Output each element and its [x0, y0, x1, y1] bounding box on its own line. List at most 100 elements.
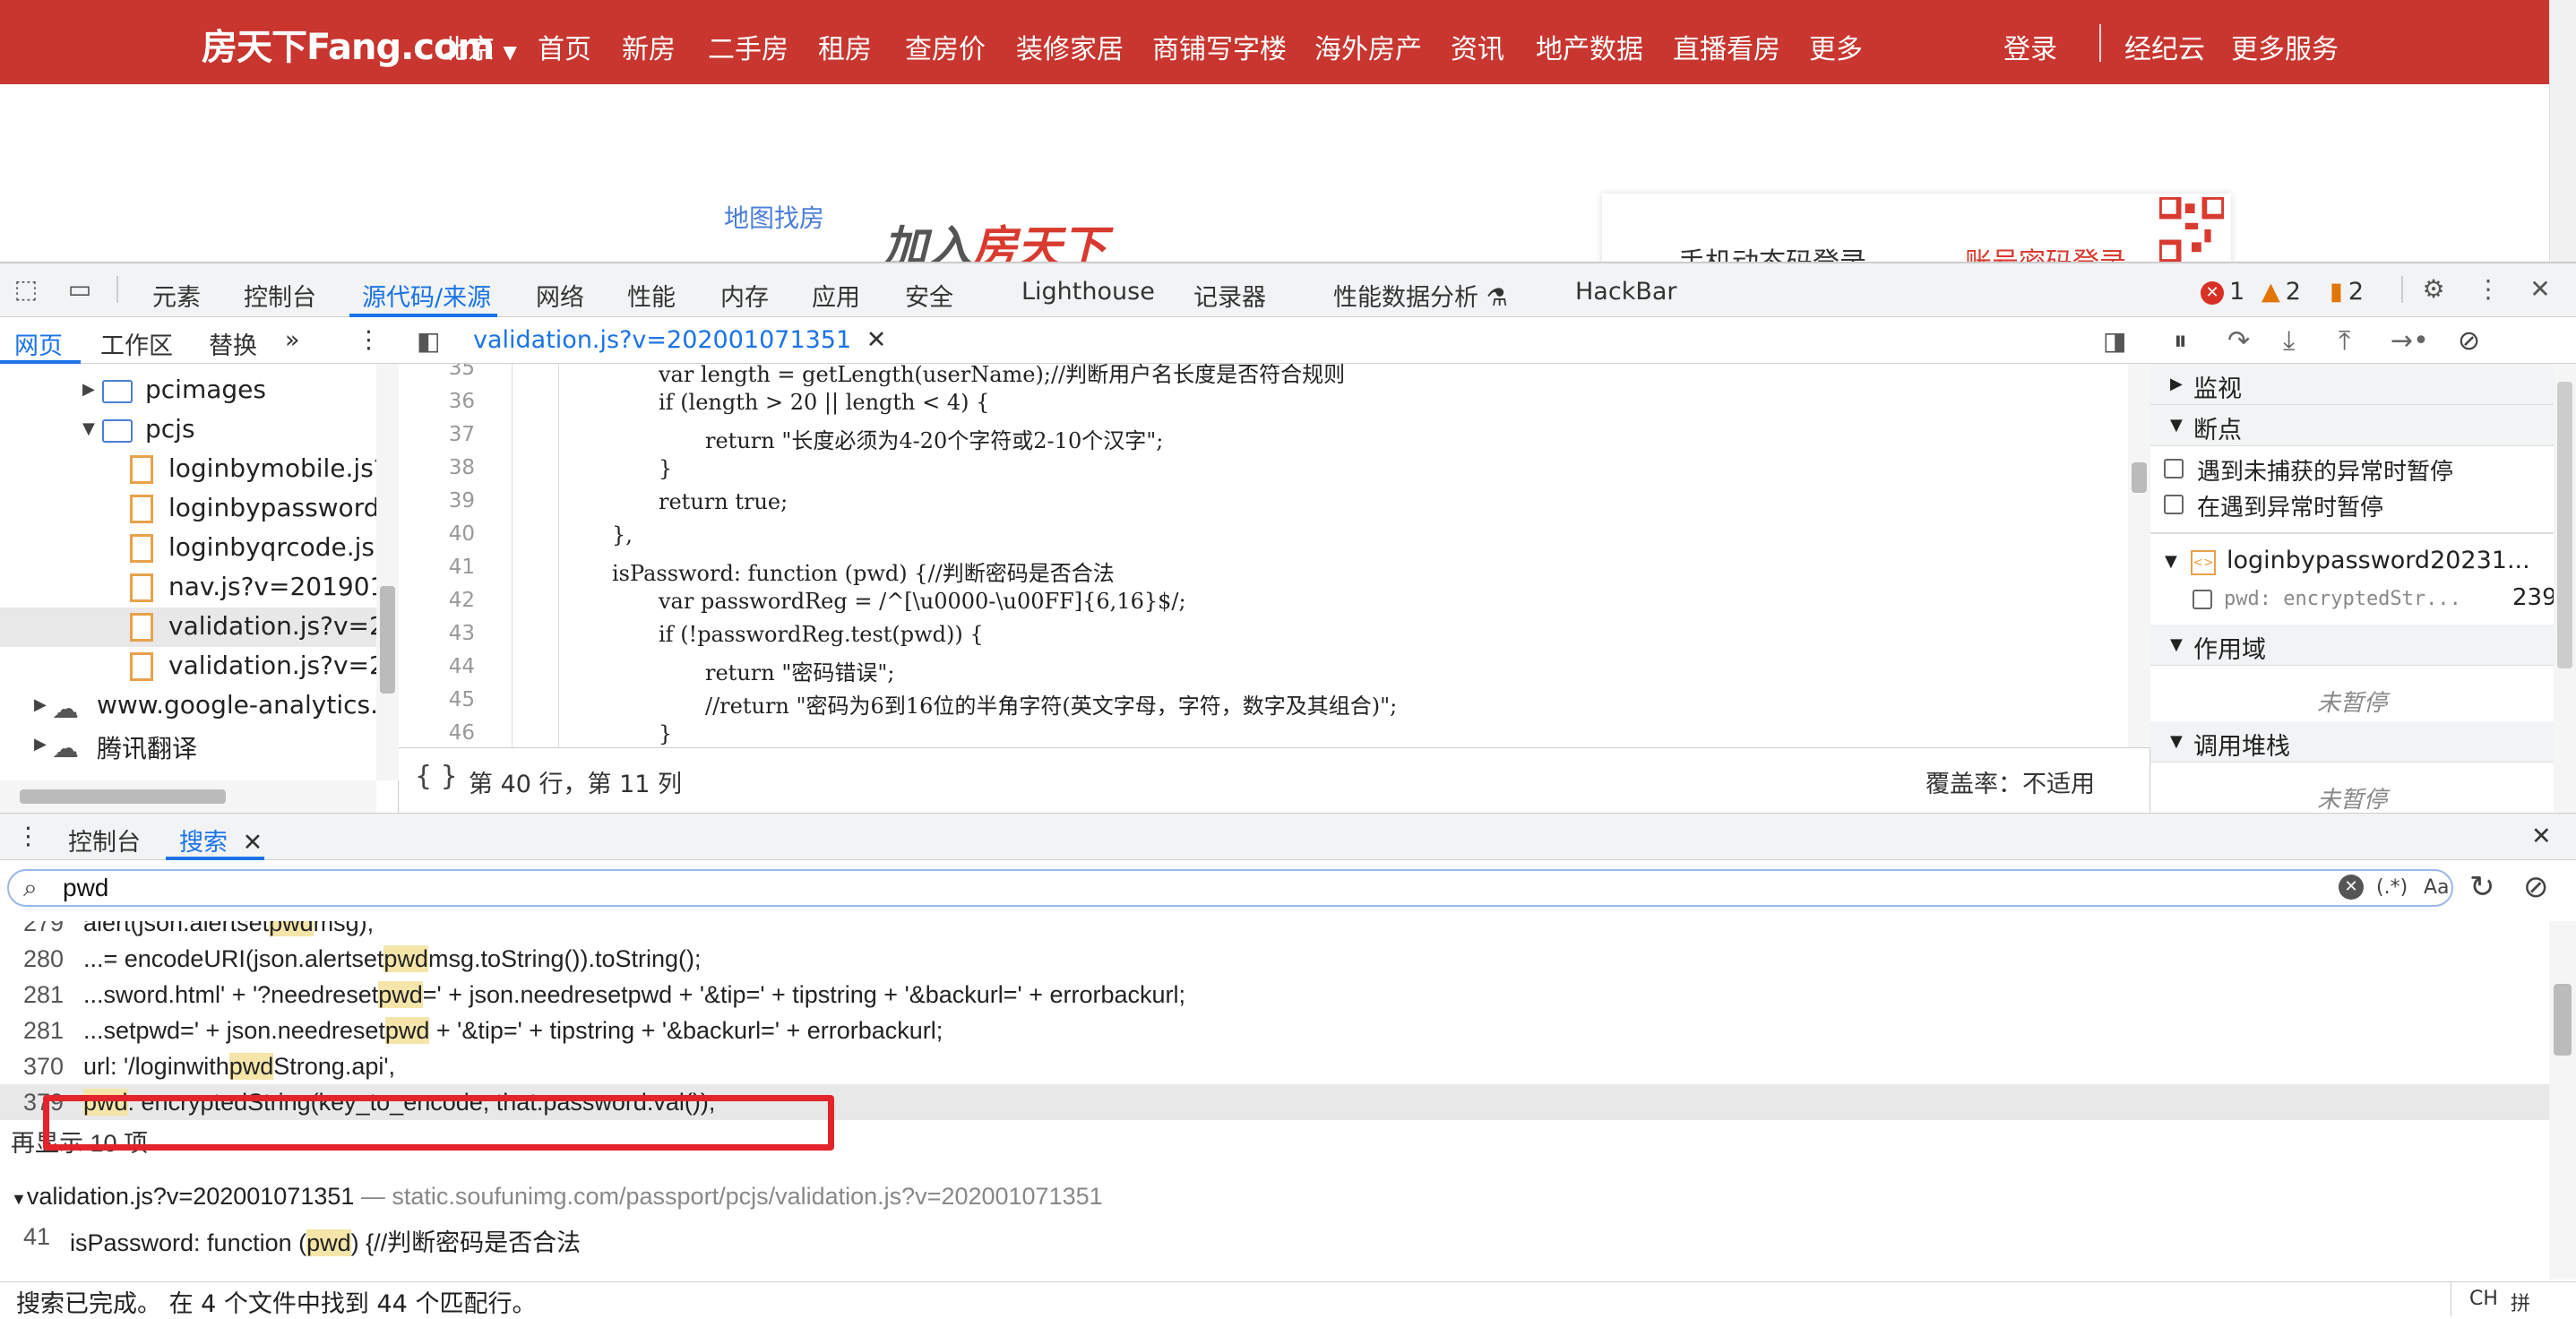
results-scrollbar[interactable] [2549, 921, 2576, 1280]
tab-performance[interactable]: 性能 [627, 278, 676, 313]
error-count-badge[interactable]: ✕ 1 [2201, 278, 2244, 306]
search-result-row[interactable]: 280 ...= encodeURI(json.alertsetpwdmsg.to… [0, 941, 2549, 977]
tree-file[interactable]: loginbyqrcode.js? [0, 529, 376, 568]
search-result-row-selected[interactable]: 379 pwd: encryptedString(key_to_encode, t… [0, 1084, 2549, 1120]
tab-application[interactable]: 应用 [812, 278, 860, 313]
match-case-toggle[interactable]: Aa [2424, 876, 2450, 899]
tree-file[interactable]: nav.js?v=2019011 [0, 568, 376, 608]
debugger-scrollbar[interactable] [2554, 364, 2576, 813]
tab-recorder[interactable]: 记录器 [1193, 278, 1266, 313]
scroll-thumb[interactable] [20, 789, 226, 804]
tree-file[interactable]: loginbymobile.js? [0, 450, 376, 489]
tab-elements[interactable]: 元素 [152, 278, 201, 313]
regex-toggle[interactable]: (.*) [2376, 876, 2408, 899]
inspect-element-icon[interactable]: ⬚ [11, 274, 41, 305]
section-call-stack[interactable]: ▼ 调用堆栈 [2150, 721, 2554, 763]
tree-folder-pcjs[interactable]: ▼ pcjs [0, 410, 376, 450]
close-devtools-icon[interactable]: ✕ [2525, 274, 2555, 305]
nav-news[interactable]: 资讯 [1451, 27, 1504, 66]
checkbox[interactable] [2193, 590, 2212, 609]
warning-count-badge[interactable]: ▲ 2 [2262, 278, 2301, 306]
scroll-thumb[interactable] [2557, 382, 2572, 668]
scroll-thumb[interactable] [2554, 984, 2572, 1056]
login-link[interactable]: 登录 [2003, 27, 2057, 66]
more-tabs-icon[interactable]: » [285, 326, 300, 354]
tab-console[interactable]: 控制台 [244, 278, 316, 313]
close-drawer-icon[interactable]: ✕ [2531, 823, 2552, 850]
navigator-menu-icon[interactable]: ⋮ [357, 326, 381, 354]
search-input[interactable] [63, 875, 2321, 901]
nav-commercial[interactable]: 商铺写字楼 [1152, 27, 1287, 66]
checkbox[interactable] [2164, 459, 2184, 478]
nav-rent[interactable]: 租房 [818, 27, 872, 66]
step-out-icon[interactable]: ⤒ [2339, 325, 2350, 357]
tab-overrides[interactable]: 替换 [209, 326, 257, 361]
pause-icon[interactable]: ⏸ [2174, 325, 2187, 357]
search-result-row[interactable]: 281 ...setpwd=' + json.needresetpwd + '&t… [0, 1013, 2549, 1048]
scroll-thumb[interactable] [380, 586, 395, 694]
pretty-print-icon[interactable]: { } [415, 761, 458, 792]
section-watch[interactable]: ▶ 监视 [2150, 364, 2554, 405]
drawer-menu-icon[interactable]: ⋮ [16, 823, 40, 850]
checkbox[interactable] [2164, 495, 2184, 514]
tree-domain-google-analytics[interactable]: ▶ ☁ www.google-analytics.c [0, 686, 376, 726]
close-tab-icon[interactable]: ✕ [866, 326, 887, 354]
code-area[interactable]: 35 var length = getLength(userName);//判断用… [399, 364, 2128, 747]
tree-horizontal-scrollbar[interactable] [0, 780, 376, 813]
pause-uncaught-checkbox[interactable]: 遇到未捕获的异常时暂停 [2150, 452, 2554, 487]
nav-second-hand[interactable]: 二手房 [708, 27, 788, 66]
tree-file[interactable]: loginbypassword2 [0, 489, 376, 529]
refresh-icon[interactable]: ↻ [2469, 869, 2495, 905]
nav-data[interactable]: 地产数据 [1536, 27, 1643, 66]
broker-cloud-link[interactable]: 经纪云 [2124, 27, 2205, 66]
nav-home[interactable]: 首页 [538, 27, 591, 66]
tab-memory[interactable]: 内存 [720, 278, 769, 313]
nav-new-homes[interactable]: 新房 [622, 27, 676, 66]
clear-icon[interactable]: ⊘ [2523, 869, 2549, 905]
tree-file[interactable]: validation.js?v=20 [0, 647, 376, 686]
scroll-thumb[interactable] [2132, 462, 2147, 493]
search-result-row[interactable]: 279 alert(json.alertsetpwdmsg); [0, 921, 2549, 941]
qr-code-icon[interactable] [2159, 197, 2224, 262]
map-search-link[interactable]: 地图找房 [724, 199, 824, 235]
tree-vertical-scrollbar[interactable] [376, 364, 399, 780]
nav-decor[interactable]: 装修家居 [1016, 27, 1124, 66]
tab-security[interactable]: 安全 [905, 278, 953, 313]
tab-workspace[interactable]: 工作区 [100, 326, 173, 361]
step-over-icon[interactable]: ↷ [2227, 325, 2250, 357]
tab-page[interactable]: 网页 [14, 326, 63, 361]
editor-file-tab[interactable]: validation.js?v=202001071351 ✕ [473, 326, 886, 354]
toggle-debugger-icon[interactable]: ◨ [2103, 326, 2126, 356]
tab-lighthouse[interactable]: Lighthouse [1021, 278, 1155, 306]
section-breakpoints[interactable]: ▼ 断点 [2150, 405, 2554, 446]
step-into-icon[interactable]: ⤓ [2283, 325, 2295, 357]
tab-mobile-login[interactable]: 手机动态码登录 [1678, 240, 1866, 262]
toggle-navigator-icon[interactable]: ◧ [417, 326, 440, 356]
drawer-tab-search[interactable]: 搜索 ✕ [179, 823, 263, 858]
more-options-icon[interactable]: ⋮ [2473, 274, 2503, 305]
tree-file-selected[interactable]: validation.js?v=20 [0, 608, 376, 647]
more-services-link[interactable]: 更多服务 [2231, 27, 2339, 66]
site-scrollbar[interactable] [2549, 0, 2576, 262]
city-selector[interactable]: 北京 ▼ [441, 27, 517, 66]
tree-folder-pcimages[interactable]: ▶ pcimages [0, 371, 376, 410]
section-scope[interactable]: ▼ 作用域 [2150, 625, 2554, 666]
clear-search-icon[interactable]: ✕ [2339, 875, 2364, 900]
step-icon[interactable]: →• [2391, 325, 2429, 357]
issue-count-badge[interactable]: ▮ 2 [2330, 278, 2364, 306]
tab-performance-insights[interactable]: 性能数据分析 ⚗ [1333, 278, 1508, 313]
breakpoint-file[interactable]: ▼ <> loginbypassword20231... [2150, 545, 2554, 581]
tab-network[interactable]: 网络 [536, 278, 584, 313]
settings-gear-icon[interactable]: ⚙ [2418, 274, 2449, 305]
search-result-row[interactable]: 370 url: '/loginwithpwdStrong.api', [0, 1048, 2549, 1084]
nav-more[interactable]: 更多 [1809, 27, 1863, 66]
search-result-row[interactable]: 41 isPassword: function (pwd) {//判断密码是否合法 [0, 1219, 2549, 1256]
nav-live[interactable]: 直播看房 [1673, 27, 1780, 66]
nav-overseas[interactable]: 海外房产 [1314, 27, 1422, 66]
pause-caught-checkbox[interactable]: 在遇到异常时暂停 [2150, 487, 2554, 523]
nav-price[interactable]: 查房价 [905, 27, 986, 66]
drawer-tab-console[interactable]: 控制台 [68, 823, 141, 858]
tree-domain-translate[interactable]: ▶ ☁ 腾讯翻译 [0, 726, 376, 765]
tab-password-login[interactable]: 账号密码登录 [1965, 240, 2126, 262]
close-tab-icon[interactable]: ✕ [243, 829, 263, 857]
